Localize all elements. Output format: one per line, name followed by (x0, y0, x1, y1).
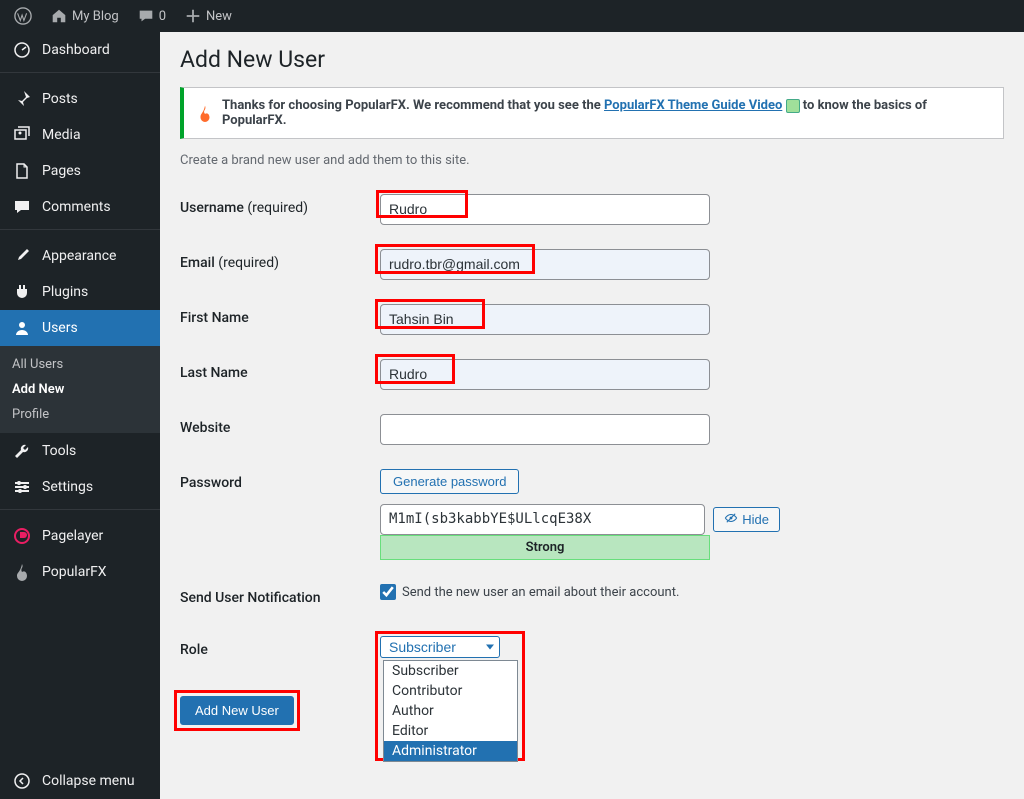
home-icon (50, 7, 68, 25)
submenu-all-users[interactable]: All Users (0, 352, 160, 377)
add-new-user-button[interactable]: Add New User (180, 696, 294, 725)
role-label: Role (180, 624, 380, 676)
last-name-input[interactable] (380, 359, 710, 390)
dashboard-icon (12, 40, 32, 60)
page-title: Add New User (180, 46, 1004, 73)
role-option-subscriber[interactable]: Subscriber (384, 661, 517, 681)
notify-label: Send User Notification (180, 572, 380, 624)
eye-slash-icon (724, 511, 738, 528)
submenu-add-new[interactable]: Add New (0, 377, 160, 402)
sidebar-item-dashboard[interactable]: Dashboard (0, 32, 160, 68)
page-description: Create a brand new user and add them to … (180, 153, 1004, 168)
username-input[interactable] (380, 194, 710, 225)
password-strength: Strong (380, 535, 710, 560)
admin-toolbar: My Blog 0 New (0, 0, 1024, 32)
pin-icon (12, 89, 32, 109)
pagelayer-icon (12, 526, 32, 546)
role-option-editor[interactable]: Editor (384, 721, 517, 741)
sidebar-item-users[interactable]: Users (0, 310, 160, 346)
sidebar-item-media[interactable]: Media (0, 117, 160, 153)
role-option-administrator[interactable]: Administrator (384, 741, 517, 761)
wp-logo-menu[interactable] (8, 7, 38, 25)
flame-icon (12, 562, 32, 582)
comment-count: 0 (159, 9, 166, 24)
plus-icon (184, 7, 202, 25)
settings-icon (12, 477, 32, 497)
role-select[interactable]: Subscriber (380, 636, 500, 658)
password-input[interactable] (380, 504, 705, 535)
sidebar-collapse-menu[interactable]: Collapse menu (0, 763, 160, 799)
collapse-icon (12, 771, 32, 791)
site-name-menu[interactable]: My Blog (44, 7, 125, 25)
sidebar-item-popularfx[interactable]: PopularFX (0, 554, 160, 590)
new-label: New (206, 9, 232, 24)
admin-sidebar: Dashboard Posts Media Pages Comments App… (0, 32, 160, 799)
password-label: Password (180, 457, 380, 572)
wrench-icon (12, 441, 32, 461)
website-label: Website (180, 402, 380, 457)
sidebar-item-tools[interactable]: Tools (0, 433, 160, 469)
role-option-contributor[interactable]: Contributor (384, 681, 517, 701)
site-name-label: My Blog (72, 9, 119, 24)
media-icon (12, 125, 32, 145)
popularfx-notice: Thanks for choosing PopularFX. We recomm… (180, 87, 1004, 139)
main-content: Add New User Thanks for choosing Popular… (160, 32, 1024, 799)
flame-icon (196, 104, 214, 122)
sidebar-item-pages[interactable]: Pages (0, 153, 160, 189)
website-input[interactable] (380, 414, 710, 445)
comments-icon (12, 197, 32, 217)
wordpress-icon (14, 7, 32, 25)
notice-text: Thanks for choosing PopularFX. We recomm… (222, 98, 991, 128)
email-input[interactable] (380, 249, 710, 280)
generate-password-button[interactable]: Generate password (380, 469, 519, 494)
active-arrow-icon (160, 320, 168, 336)
sidebar-item-plugins[interactable]: Plugins (0, 274, 160, 310)
last-name-label: Last Name (180, 347, 380, 402)
hide-password-button[interactable]: Hide (713, 507, 780, 532)
users-icon (12, 318, 32, 338)
new-content-menu[interactable]: New (178, 7, 238, 25)
sidebar-users-submenu: All Users Add New Profile (0, 346, 160, 433)
submenu-profile[interactable]: Profile (0, 402, 160, 427)
sidebar-item-comments[interactable]: Comments (0, 189, 160, 225)
username-label: Username (required) (180, 182, 380, 237)
comments-menu[interactable]: 0 (131, 7, 172, 25)
email-label: Email (required) (180, 237, 380, 292)
sidebar-item-appearance[interactable]: Appearance (0, 238, 160, 274)
video-icon (786, 99, 800, 113)
sidebar-item-pagelayer[interactable]: Pagelayer (0, 518, 160, 554)
brush-icon (12, 246, 32, 266)
comment-icon (137, 7, 155, 25)
role-dropdown: Subscriber Contributor Author Editor Adm… (383, 660, 518, 762)
user-form: Username (required) Email (required) (180, 182, 1004, 676)
notify-checkbox-label[interactable]: Send the new user an email about their a… (380, 584, 679, 600)
sidebar-item-settings[interactable]: Settings (0, 469, 160, 505)
plug-icon (12, 282, 32, 302)
notice-link[interactable]: PopularFX Theme Guide Video (604, 98, 782, 113)
notify-checkbox[interactable] (380, 584, 396, 600)
role-option-author[interactable]: Author (384, 701, 517, 721)
sidebar-item-posts[interactable]: Posts (0, 81, 160, 117)
first-name-input[interactable] (380, 304, 710, 335)
first-name-label: First Name (180, 292, 380, 347)
pages-icon (12, 161, 32, 181)
